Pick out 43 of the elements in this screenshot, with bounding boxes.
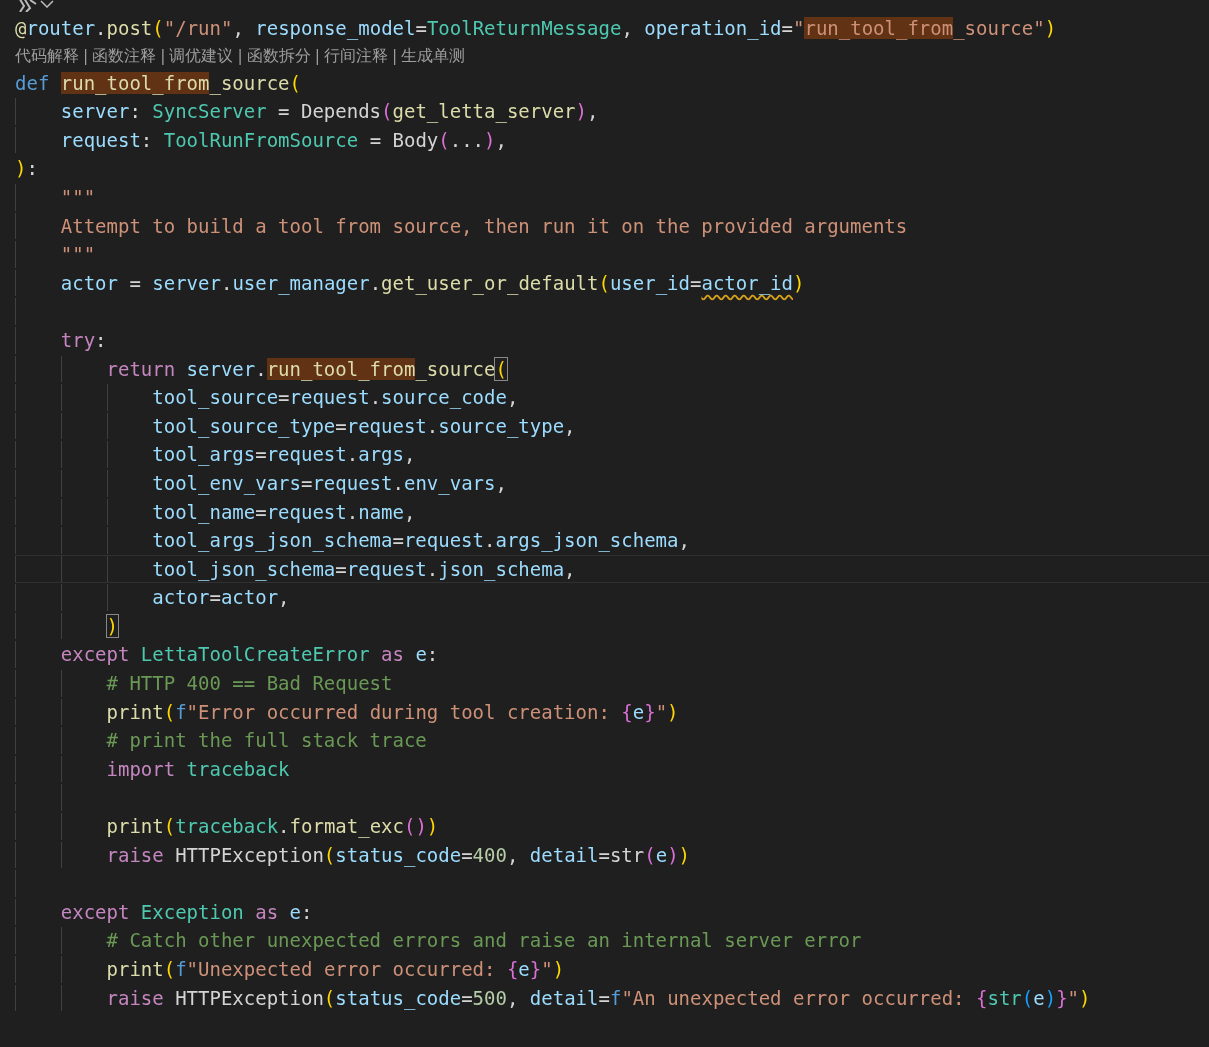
code-line: tool_name=request.name,	[152, 499, 416, 526]
code-line: server: SyncServer = Depends(get_letta_server),	[60, 99, 599, 125]
separator: |	[160, 45, 166, 67]
code-line: Attempt to build a tool from source, then run it on the provided arguments	[60, 213, 908, 239]
codelens-link[interactable]: 调优建议	[169, 42, 234, 69]
code-line: except LettaToolCreateError as e:	[60, 642, 439, 668]
code-line: )	[106, 613, 118, 639]
code-line: # Catch other unexpected errors and raise an internal server error	[106, 928, 862, 954]
code-line: tool_args_json_schema=request.args_json_schema,	[152, 528, 690, 554]
code-line: print(f"Error occurred during tool creation: {e}")	[106, 699, 679, 725]
separator: |	[83, 45, 89, 67]
code-line: print(traceback.format_exc())	[106, 814, 439, 840]
code-line: tool_source=request.source_code,	[152, 385, 519, 411]
code-line: request: ToolRunFromSource = Body(...),	[60, 127, 507, 153]
code-line: tool_json_schema=request.json_schema,	[152, 556, 576, 583]
code-line: actor = server.user_manager.get_user_or_default(user_id=actor_id)	[60, 270, 805, 297]
code-line: """	[60, 184, 96, 210]
code-line: return server.run_tool_from_source(	[106, 356, 507, 383]
codelens-link[interactable]: 函数拆分	[246, 42, 311, 69]
separator: |	[237, 45, 243, 67]
code-line: except Exception as e:	[60, 899, 313, 925]
code-line: # HTTP 400 == Bad Request	[106, 671, 393, 697]
code-line: actor=actor,	[152, 585, 290, 611]
codelens-link[interactable]: 函数注释	[92, 42, 157, 69]
code-line: import traceback	[106, 756, 290, 782]
separator: |	[391, 45, 398, 67]
separator: |	[314, 45, 320, 67]
code-line: def run_tool_from_source(	[15, 70, 301, 97]
code-line: try:	[60, 327, 107, 353]
code-line: # print the full stack trace	[106, 728, 427, 754]
codelens-link[interactable]: 行间注释	[323, 42, 388, 69]
code-line: ):	[15, 156, 38, 182]
code-line: tool_source_type=request.source_type,	[152, 413, 576, 440]
code-line: """	[60, 242, 96, 268]
codelens-link[interactable]: 代码解释	[15, 42, 79, 69]
code-line: raise HTTPException(status_code=500, detail=f"An unexpected error occurred: {str(e)}")	[106, 985, 1091, 1012]
codelens-link[interactable]: 生成单测	[401, 42, 466, 69]
code-line: raise HTTPException(status_code=400, detail=str(e))	[106, 842, 691, 869]
code-line: tool_env_vars=request.env_vars,	[152, 470, 507, 497]
chevron-down-icon[interactable]	[40, 0, 54, 8]
sparkle-icon[interactable]	[16, 0, 38, 12]
code-line: print(f"Unexpected error occurred: {e}")	[106, 957, 565, 982]
code-line: tool_args=request.args,	[152, 442, 416, 468]
